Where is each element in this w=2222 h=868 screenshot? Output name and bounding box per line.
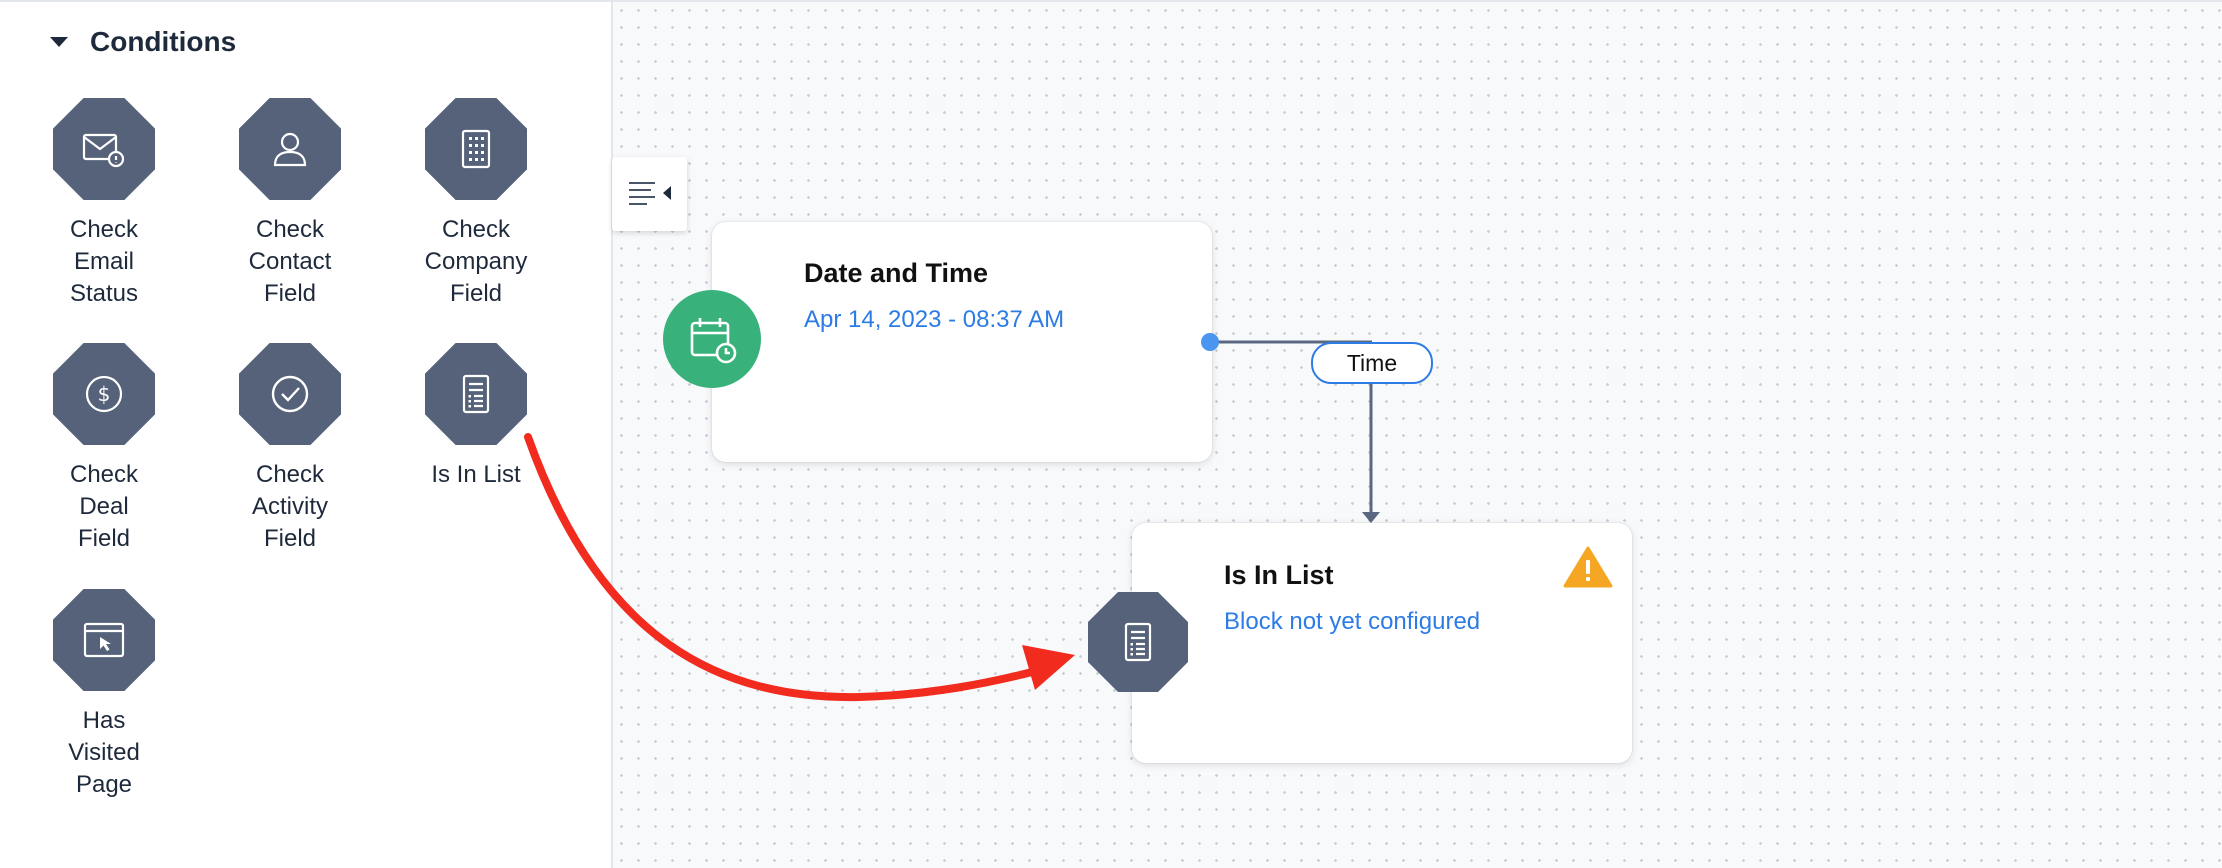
svg-text:$: $ (98, 382, 111, 406)
tool-has-visited-page[interactable]: Has Visited Page (11, 589, 197, 801)
node-title: Date and Time (804, 258, 989, 288)
warning-triangle-icon[interactable] (1563, 546, 1613, 588)
browser-cursor-icon (53, 589, 155, 691)
panel-collapse-icon (628, 182, 671, 205)
tool-label: Check Deal Field (69, 461, 139, 552)
tool-label: Check Company Field (424, 216, 528, 307)
tool-label: Has Visited Page (68, 707, 140, 798)
tool-is-in-list[interactable]: Is In List (383, 343, 569, 491)
tool-check-activity-field[interactable]: Check Activity Field (197, 343, 383, 555)
tool-check-email-status[interactable]: Check Email Status (11, 98, 197, 310)
conditions-section-header[interactable]: Conditions (50, 22, 236, 62)
tool-label: Check Activity Field (251, 461, 328, 552)
check-circle-icon (239, 343, 341, 445)
tool-check-company-field[interactable]: Check Company Field (383, 98, 569, 310)
dollar-icon: $ (53, 343, 155, 445)
is-in-list-node-card[interactable]: Is In List Block not yet configured (1132, 523, 1632, 763)
section-title: Conditions (90, 26, 237, 57)
caret-down-icon[interactable] (50, 37, 68, 47)
tool-check-contact-field[interactable]: Check Contact Field (197, 98, 383, 310)
list-document-icon (425, 343, 527, 445)
tool-label: Check Email Status (69, 216, 139, 307)
conditions-sidebar: Conditions Check Email Status Check Cont… (0, 2, 611, 868)
contact-icon (239, 98, 341, 200)
panel-toggle-button[interactable] (612, 157, 687, 231)
node-subtitle: Apr 14, 2023 - 08:37 AM (804, 306, 1065, 333)
list-document-icon[interactable] (1088, 592, 1188, 692)
date-time-node-card[interactable]: Date and Time Apr 14, 2023 - 08:37 AM (712, 222, 1212, 462)
email-status-icon (53, 98, 155, 200)
node-subtitle: Block not yet configured (1224, 608, 1481, 635)
tool-label: Is In List (431, 461, 521, 488)
tool-check-deal-field[interactable]: $ Check Deal Field (11, 343, 197, 555)
node-title: Is In List (1224, 560, 1334, 590)
calendar-clock-icon[interactable] (663, 290, 761, 388)
connector-time-label[interactable]: Time (1311, 342, 1433, 384)
tool-label: Check Contact Field (248, 216, 332, 307)
company-building-icon (425, 98, 527, 200)
